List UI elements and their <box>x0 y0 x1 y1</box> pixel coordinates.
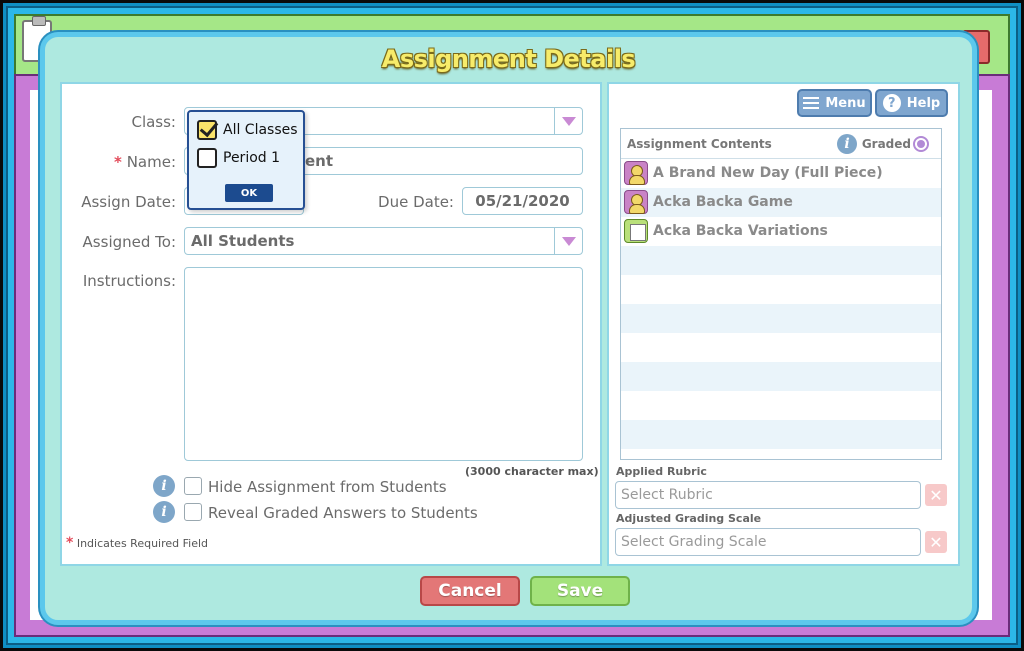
list-item[interactable]: Acka Backa Variations <box>621 217 941 246</box>
name-label-text: Name: <box>126 153 176 171</box>
hide-assignment-label: Hide Assignment from Students <box>208 478 447 496</box>
dialog-title: Assignment Details <box>381 45 636 73</box>
hide-assignment-checkbox[interactable] <box>184 477 202 495</box>
reveal-answers-checkbox[interactable] <box>184 503 202 521</box>
char-max-note: (3000 character max) <box>465 465 599 478</box>
required-star-icon: * <box>66 535 74 551</box>
assigned-to-value: All Students <box>191 232 295 250</box>
required-note-text: Indicates Required Field <box>76 537 209 550</box>
assign-date-label: Assign Date: <box>81 193 176 211</box>
hamburger-icon <box>803 97 820 109</box>
document-icon <box>624 219 648 243</box>
ok-button[interactable]: OK <box>225 184 273 202</box>
class-dropdown-popup: All Classes Period 1 OK <box>187 110 305 210</box>
empty-row <box>621 420 941 449</box>
assigned-to-select[interactable]: All Students <box>184 227 583 255</box>
help-button[interactable]: ? Help <box>875 89 948 117</box>
person-icon <box>624 190 648 214</box>
menu-button-label: Menu <box>825 95 866 111</box>
class-option-all-classes[interactable]: All Classes <box>197 120 298 140</box>
rubric-select[interactable]: Select Rubric <box>615 481 921 509</box>
rubric-label: Applied Rubric <box>616 465 707 478</box>
clear-rubric-button[interactable]: ✕ <box>925 484 947 506</box>
help-button-label: Help <box>906 95 941 111</box>
empty-row <box>621 246 941 275</box>
empty-row <box>621 391 941 420</box>
class-option-label: All Classes <box>223 122 298 138</box>
list-item-label: A Brand New Day (Full Piece) <box>653 165 883 181</box>
name-label: * Name: <box>70 153 176 171</box>
help-icon: ? <box>882 94 901 112</box>
due-date-input[interactable]: 05/21/2020 <box>462 187 583 215</box>
info-icon[interactable]: i <box>153 501 175 523</box>
checkbox-icon[interactable] <box>197 148 217 168</box>
person-icon <box>624 161 648 185</box>
class-label: Class: <box>131 113 176 131</box>
reveal-answers-label: Reveal Graded Answers to Students <box>208 504 478 522</box>
grading-scale-label: Adjusted Grading Scale <box>616 512 762 525</box>
assignment-contents-list: Assignment Contents i Graded A Brand New… <box>620 128 942 460</box>
menu-button[interactable]: Menu <box>797 89 872 117</box>
empty-row <box>621 275 941 304</box>
chevron-down-icon[interactable] <box>554 108 582 134</box>
checkbox-checked-icon[interactable] <box>197 120 217 140</box>
cancel-button[interactable]: Cancel <box>420 576 520 606</box>
contents-title: Assignment Contents <box>627 137 772 151</box>
class-option-period-1[interactable]: Period 1 <box>197 148 280 168</box>
list-item[interactable]: A Brand New Day (Full Piece) <box>621 159 941 188</box>
info-icon[interactable]: i <box>153 475 175 497</box>
class-option-label: Period 1 <box>223 150 281 166</box>
empty-row <box>621 362 941 391</box>
due-date-label: Due Date: <box>378 193 454 211</box>
save-button[interactable]: Save <box>530 576 630 606</box>
required-star-icon: * <box>114 153 122 171</box>
empty-row <box>621 333 941 362</box>
graded-label: Graded <box>861 137 911 151</box>
info-icon[interactable]: i <box>837 134 857 154</box>
instructions-label: Instructions: <box>82 272 176 290</box>
required-field-note: * Indicates Required Field <box>66 535 208 551</box>
list-item-label: Acka Backa Game <box>653 194 793 210</box>
graded-radio[interactable] <box>913 136 929 152</box>
clear-grading-scale-button[interactable]: ✕ <box>925 531 947 553</box>
contents-header: Assignment Contents i Graded <box>621 129 941 159</box>
chevron-down-icon[interactable] <box>554 228 582 254</box>
grading-scale-select[interactable]: Select Grading Scale <box>615 528 921 556</box>
instructions-textarea[interactable] <box>184 267 583 461</box>
list-item[interactable]: Acka Backa Game <box>621 188 941 217</box>
assigned-to-label: Assigned To: <box>82 233 176 251</box>
list-item-label: Acka Backa Variations <box>653 223 828 239</box>
empty-row <box>621 304 941 333</box>
